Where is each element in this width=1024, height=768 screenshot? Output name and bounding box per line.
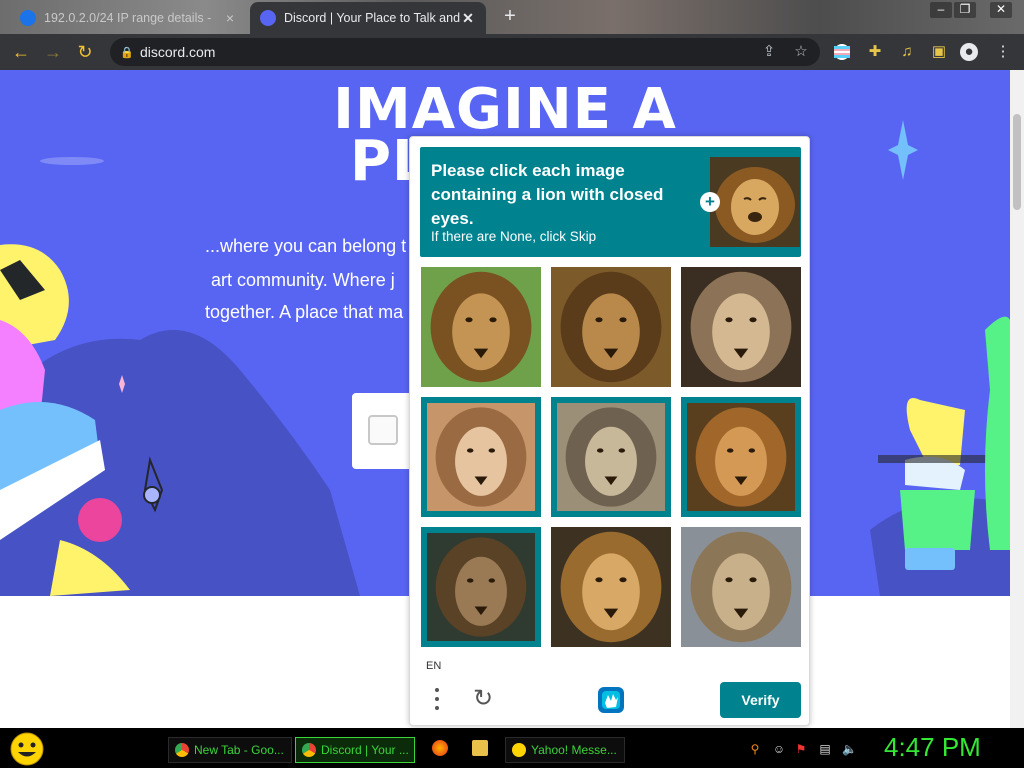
extension-flag-icon[interactable]	[833, 43, 851, 61]
browser-toolbar: ← → ↻ 🔒 discord.com ⇪ ☆ ✚ ♫ ▣ ● ⋮	[0, 34, 1024, 70]
taskbar-item-label: Yahoo! Messe...	[531, 743, 617, 757]
close-tab-icon[interactable]: ✕	[460, 10, 476, 27]
taskbar-item-new-tab[interactable]: New Tab - Goo...	[168, 737, 292, 763]
captcha-image-tile[interactable]	[551, 397, 671, 517]
yahoo-smiley-icon	[512, 743, 526, 757]
profile-avatar-icon[interactable]: ●	[960, 43, 978, 61]
lion-image	[557, 403, 665, 511]
taskbar-item-yahoo-messenger[interactable]: Yahoo! Messe...	[505, 737, 625, 763]
reload-button[interactable]: ↻	[74, 41, 96, 63]
maximize-button[interactable]: ❐	[954, 2, 976, 18]
side-panel-icon[interactable]: ▣	[930, 43, 948, 61]
refresh-icon[interactable]: ↻	[470, 687, 496, 713]
chrome-icon	[302, 743, 316, 757]
media-playlist-icon[interactable]: ♫	[898, 43, 916, 61]
extensions-puzzle-icon[interactable]: ✚	[866, 43, 884, 61]
captcha-image-tile[interactable]	[421, 527, 541, 647]
lion-image	[681, 527, 801, 647]
tab-ip-range[interactable]: 192.0.2.0/24 IP range details - ×	[10, 2, 248, 34]
taskbar-item-label: New Tab - Goo...	[194, 743, 284, 757]
taskbar-item-discord[interactable]: Discord | Your ...	[295, 737, 415, 763]
address-bar[interactable]: 🔒 discord.com	[110, 38, 820, 66]
network-icon[interactable]: ▤	[818, 742, 832, 756]
start-smiley-icon[interactable]	[8, 731, 46, 767]
language-selector[interactable]: EN	[426, 660, 441, 672]
chrome-icon	[175, 743, 189, 757]
lion-image	[681, 267, 801, 387]
captcha-prompt: Please click each image containing a lio…	[420, 147, 801, 257]
windows-taskbar: New Tab - Goo... Discord | Your ... Yaho…	[0, 728, 1024, 768]
system-clock: 4:47 PM	[884, 732, 981, 762]
taskbar-item-label: Discord | Your ...	[321, 743, 409, 757]
tab-title: Discord | Your Place to Talk and H	[284, 11, 460, 25]
close-window-button[interactable]: ✕	[990, 2, 1012, 18]
lion-image	[421, 267, 541, 387]
captcha-subtext: If there are None, click Skip	[431, 229, 597, 244]
page-scrollbar[interactable]	[1010, 70, 1024, 728]
scrollbar-thumb[interactable]	[1013, 114, 1021, 210]
minimize-button[interactable]: –	[930, 2, 952, 18]
captcha-image-tile[interactable]	[681, 527, 801, 647]
captcha-checkbox[interactable]	[368, 415, 398, 445]
hero-text-line2: art community. Where j	[211, 270, 395, 290]
back-button[interactable]: ←	[10, 41, 32, 63]
captcha-image-tile[interactable]	[551, 527, 671, 647]
captcha-image-tile[interactable]	[421, 267, 541, 387]
flag-icon[interactable]: ⚑	[794, 742, 808, 756]
captcha-question: Please click each image containing a lio…	[431, 161, 664, 228]
folder-icon[interactable]	[472, 740, 488, 756]
share-icon[interactable]: ⇪	[760, 43, 778, 61]
captcha-image-tile[interactable]	[551, 267, 671, 387]
volume-icon[interactable]: 🔈	[842, 742, 857, 756]
firefox-icon[interactable]	[432, 740, 448, 756]
hero-text-line3: together. A place that ma	[205, 302, 404, 322]
menu-dots-icon[interactable]	[430, 685, 444, 713]
search-icon[interactable]: ⚲	[748, 742, 762, 756]
lion-image	[427, 403, 535, 511]
captcha-image-tile[interactable]	[421, 397, 541, 517]
messenger-tray-icon[interactable]: ☺	[772, 742, 786, 756]
close-tab-icon[interactable]: ×	[222, 10, 238, 26]
hero-text-line1: ...where you can belong t	[205, 236, 407, 256]
expand-example-button[interactable]: +	[700, 192, 720, 212]
lion-image	[551, 527, 671, 647]
verify-button[interactable]: Verify	[720, 682, 801, 718]
tab-discord[interactable]: Discord | Your Place to Talk and H ✕	[250, 2, 486, 34]
bookmark-star-icon[interactable]: ☆	[792, 43, 810, 61]
discord-icon	[260, 10, 276, 26]
new-tab-button[interactable]: +	[498, 6, 522, 28]
lion-image	[427, 533, 535, 641]
captcha-image-tile[interactable]	[681, 267, 801, 387]
hero-title-line1: IMAGINE A	[333, 77, 677, 142]
forward-button[interactable]: →	[42, 41, 64, 63]
lion-image	[687, 403, 795, 511]
captcha-challenge-dialog: Please click each image containing a lio…	[409, 136, 810, 726]
url-text: discord.com	[140, 44, 216, 60]
tab-title: 192.0.2.0/24 IP range details -	[44, 11, 212, 25]
hcaptcha-logo-icon	[598, 687, 624, 713]
browser-tab-strip: 192.0.2.0/24 IP range details - × Discor…	[0, 0, 1024, 34]
lion-image	[551, 267, 671, 387]
map-pin-icon	[20, 10, 36, 26]
lock-icon: 🔒	[120, 46, 134, 59]
more-menu-icon[interactable]: ⋮	[994, 43, 1012, 61]
example-lion-image[interactable]	[710, 157, 800, 247]
captcha-image-tile[interactable]	[681, 397, 801, 517]
